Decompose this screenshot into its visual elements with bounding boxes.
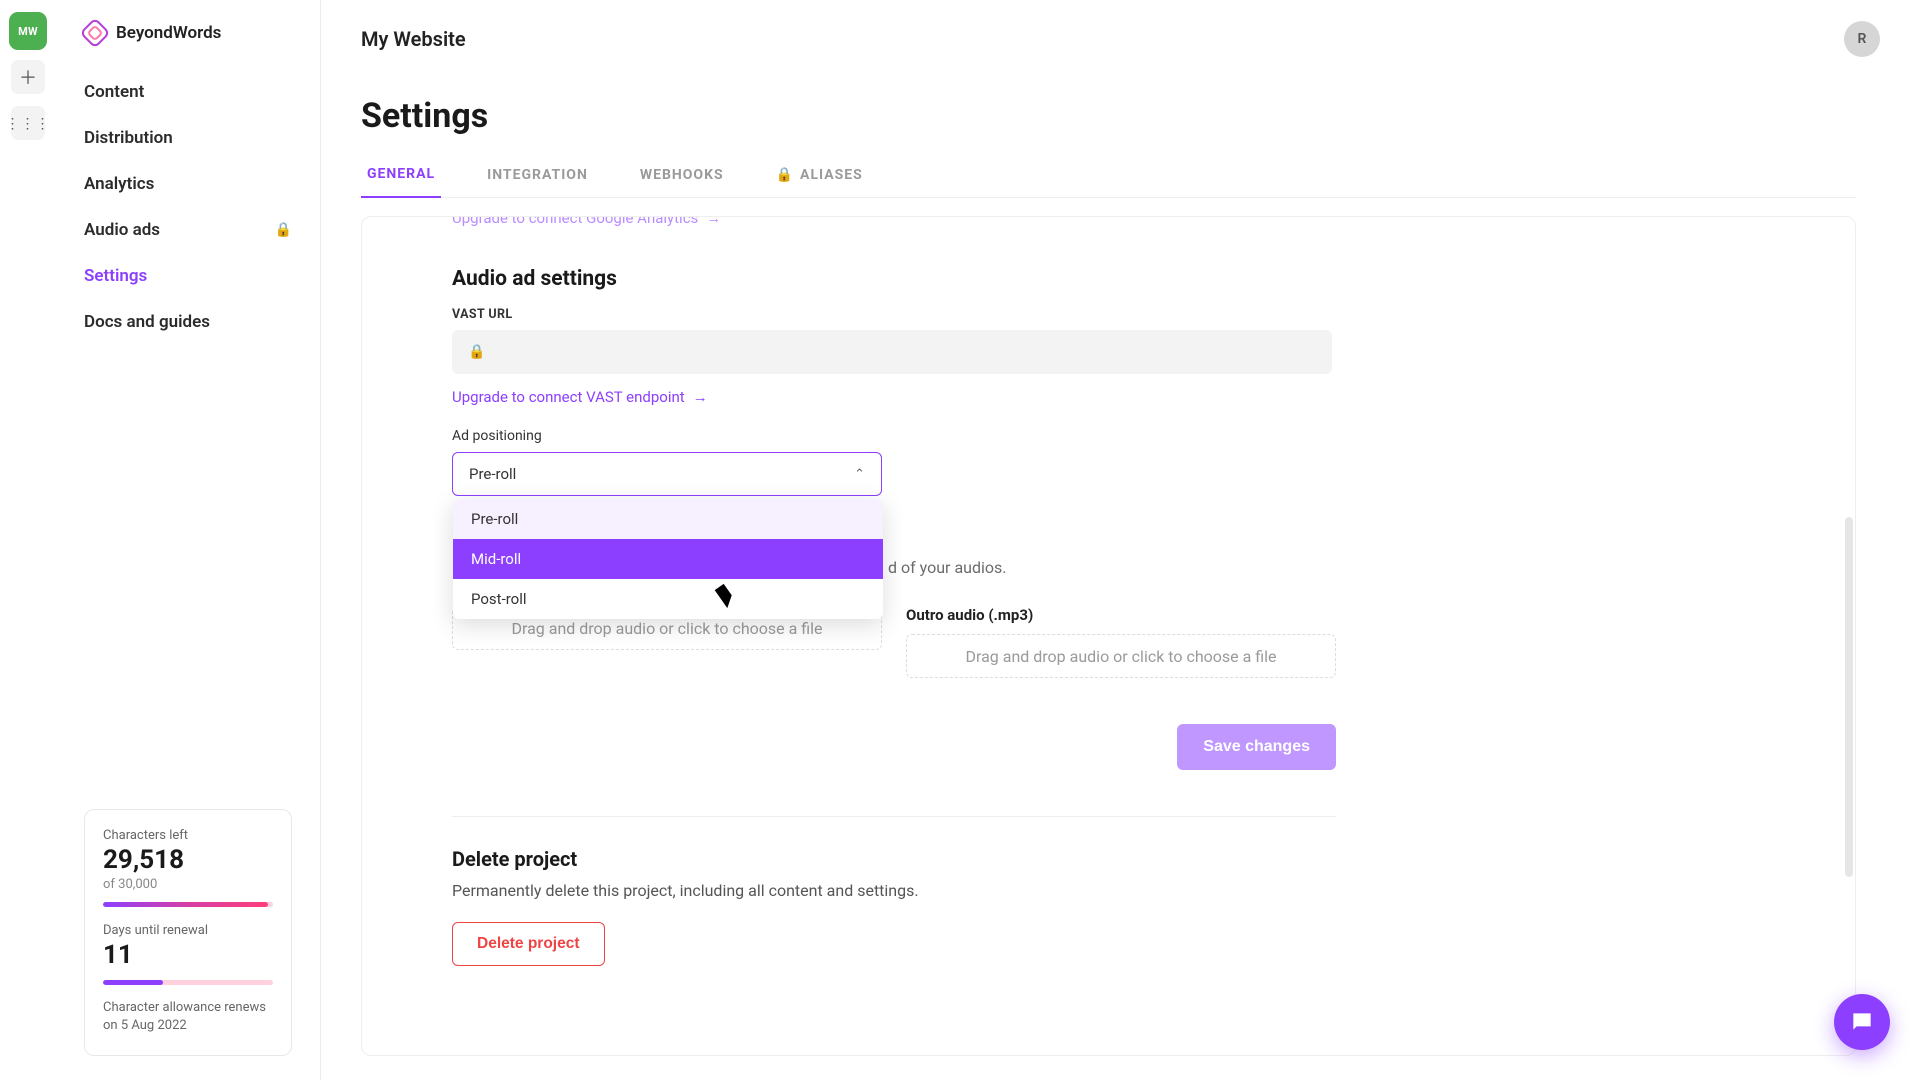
section-delete-project: Delete project — [452, 847, 1765, 871]
plus-icon: ＋ — [19, 64, 37, 90]
nav-label: Content — [84, 82, 144, 102]
nav-docs[interactable]: Docs and guides — [84, 312, 292, 332]
chars-left-of: of 30,000 — [103, 877, 273, 892]
delete-project-text: Permanently delete this project, includi… — [452, 881, 1765, 900]
chars-left-value: 29,518 — [103, 845, 273, 875]
grid-icon: ⋮⋮⋮ — [6, 115, 51, 132]
brand-name: BeyondWords — [116, 23, 221, 43]
nav-audio-ads[interactable]: Audio ads 🔒 — [84, 220, 292, 240]
save-changes-button[interactable]: Save changes — [1177, 724, 1336, 770]
settings-tabs: GENERAL INTEGRATION WEBHOOKS 🔒 ALIASES — [361, 154, 1856, 198]
chars-left-label: Characters left — [103, 828, 273, 843]
lock-icon: 🔒 — [275, 222, 292, 238]
project-title: My Website — [361, 27, 466, 51]
nav-label: Distribution — [84, 128, 173, 148]
arrow-right-icon: → — [693, 388, 708, 406]
settings-panel: Upgrade to connect Google Analytics → Au… — [361, 216, 1856, 1056]
tab-general[interactable]: GENERAL — [361, 154, 441, 198]
nav-label: Analytics — [84, 174, 154, 194]
tab-integration[interactable]: INTEGRATION — [481, 154, 594, 197]
option-post-roll[interactable]: Post-roll — [453, 579, 883, 619]
workspace-badge[interactable]: MW — [11, 14, 45, 48]
account-avatar[interactable]: R — [1844, 21, 1880, 57]
chars-progress-fill — [103, 902, 268, 907]
vast-url-label: VAST URL — [452, 307, 1765, 322]
usage-card: Characters left 29,518 of 30,000 Days un… — [84, 809, 292, 1056]
chevron-up-icon: ⌃ — [854, 467, 865, 482]
add-workspace-button[interactable]: ＋ — [11, 60, 45, 94]
sidebar: BeyondWords Content Distribution Analyti… — [56, 0, 321, 1080]
option-pre-roll[interactable]: Pre-roll — [453, 499, 883, 539]
usage-note: Character allowance renews on 5 Aug 2022 — [103, 999, 273, 1035]
nav-distribution[interactable]: Distribution — [84, 128, 292, 148]
days-progress-fill — [103, 980, 163, 985]
select-value: Pre-roll — [469, 465, 516, 483]
ad-positioning-select[interactable]: Pre-roll ⌃ Pre-roll Mid-roll Post-roll — [452, 452, 882, 496]
outro-audio-dropzone[interactable]: Drag and drop audio or click to choose a… — [906, 634, 1336, 678]
days-renewal-value: 11 — [103, 940, 273, 970]
nav-settings[interactable]: Settings — [84, 266, 292, 286]
lock-icon: 🔒 — [468, 344, 485, 360]
lock-icon: 🔒 — [776, 167, 794, 183]
topbar: My Website R — [321, 0, 1920, 78]
page-title: Settings — [361, 96, 1856, 136]
link-text: Upgrade to connect Google Analytics — [452, 216, 698, 227]
chat-icon — [1849, 1009, 1875, 1035]
link-text: Upgrade to connect VAST endpoint — [452, 388, 685, 406]
tab-label: ALIASES — [800, 167, 863, 183]
days-renewal-label: Days until renewal — [103, 923, 273, 938]
intro-outro-hint-partial: d of your audios. — [888, 558, 1006, 577]
nav-label: Audio ads — [84, 220, 160, 240]
chat-support-button[interactable] — [1834, 994, 1890, 1050]
upgrade-vast-link[interactable]: Upgrade to connect VAST endpoint → — [452, 388, 708, 406]
main: Settings GENERAL INTEGRATION WEBHOOKS 🔒 … — [321, 78, 1896, 1056]
section-divider — [452, 816, 1336, 817]
arrow-right-icon: → — [706, 216, 721, 227]
upgrade-google-analytics-link[interactable]: Upgrade to connect Google Analytics → — [452, 216, 721, 227]
option-mid-roll[interactable]: Mid-roll — [453, 539, 883, 579]
ad-positioning-dropdown: Pre-roll Mid-roll Post-roll — [453, 499, 883, 619]
vast-url-field: 🔒 — [452, 330, 1332, 374]
primary-nav: Content Distribution Analytics Audio ads… — [84, 82, 292, 332]
icon-rail: MW ＋ ⋮⋮⋮ — [0, 0, 56, 1080]
chars-progress — [103, 902, 273, 907]
tab-aliases[interactable]: 🔒 ALIASES — [770, 154, 869, 197]
nav-label: Docs and guides — [84, 312, 210, 332]
apps-grid-button[interactable]: ⋮⋮⋮ — [11, 106, 45, 140]
tab-webhooks[interactable]: WEBHOOKS — [634, 154, 730, 197]
nav-label: Settings — [84, 266, 147, 286]
days-progress — [103, 980, 273, 985]
nav-analytics[interactable]: Analytics — [84, 174, 292, 194]
delete-project-button[interactable]: Delete project — [452, 922, 605, 966]
brand-logo[interactable]: BeyondWords — [84, 22, 292, 44]
brand-mark-icon — [79, 17, 110, 48]
outro-audio-label: Outro audio (.mp3) — [906, 606, 1336, 624]
ad-positioning-label: Ad positioning — [452, 428, 1765, 444]
nav-content[interactable]: Content — [84, 82, 292, 102]
section-audio-ad-settings: Audio ad settings — [452, 267, 1765, 291]
